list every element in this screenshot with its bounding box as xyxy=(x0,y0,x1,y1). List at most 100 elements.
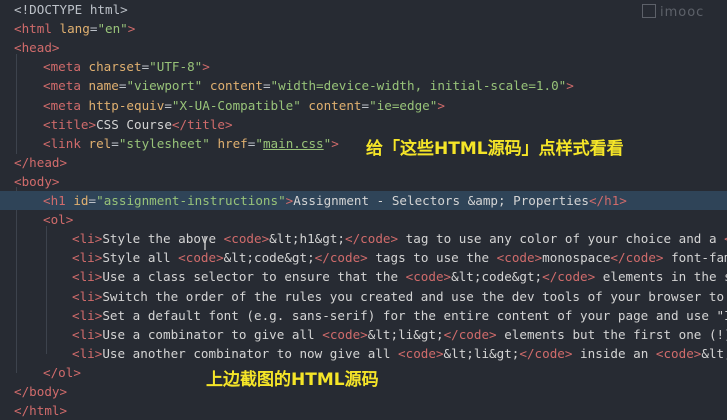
code-line[interactable]: <li>Set a default font (e.g. sans-serif)… xyxy=(0,306,727,325)
text-token: &lt;li&gt; xyxy=(367,326,444,342)
tag-token: </head> xyxy=(14,154,68,170)
tag-token: <li> xyxy=(72,307,103,323)
code-line-content: <li>Use another combinator to now give a… xyxy=(72,344,727,363)
tag-token: <li> xyxy=(72,231,103,247)
tag-token: </code> xyxy=(314,250,368,266)
code-line[interactable]: <meta http-equiv="X-UA-Compatible" conte… xyxy=(0,96,727,115)
text-token: CSS Course xyxy=(96,116,172,132)
code-line-content: <title>CSS Course</title> xyxy=(43,115,233,134)
string-token: "stylesheet" xyxy=(118,135,210,151)
tag-token: <li> xyxy=(72,288,103,304)
string-token: "assignment-instructions" xyxy=(96,193,286,208)
code-line[interactable]: <head> xyxy=(0,38,727,57)
code-line-content: <li>Use a combinator to give all <code>&… xyxy=(72,325,727,344)
code-line[interactable]: <li>Use a combinator to give all <code>&… xyxy=(0,325,727,344)
code-line-content: <link rel="stylesheet" href="main.css"> xyxy=(43,134,339,153)
punctuation-token: = xyxy=(361,97,370,113)
code-line[interactable]: <h1 id="assignment-instructions">Assignm… xyxy=(0,191,727,210)
code-line[interactable]: <meta charset="UTF-8"> xyxy=(0,57,727,76)
code-line-content: <head> xyxy=(14,38,60,57)
code-line-content: <meta charset="UTF-8"> xyxy=(43,57,210,76)
code-line-content: <meta name="viewport" content="width=dev… xyxy=(43,76,574,95)
code-line[interactable]: <li>Switch the order of the rules you cr… xyxy=(0,287,727,306)
tag-token: <code> xyxy=(655,345,702,361)
tag-token: </title> xyxy=(171,116,233,132)
tag-token: > xyxy=(437,97,445,113)
text-token: &lt;code&gt; xyxy=(223,250,315,266)
tag-token: </body> xyxy=(14,384,68,399)
text-token: tag to use any color of your choice and … xyxy=(398,231,725,247)
tag-token: <meta xyxy=(43,78,89,94)
text-token: monospace xyxy=(542,250,611,266)
tag-token: <code> xyxy=(322,326,368,342)
text-token: Use another combinator to now give all xyxy=(102,345,399,361)
tag-token: </h1> xyxy=(588,193,627,208)
tag-token: <ol> xyxy=(43,212,74,228)
tag-token: <html xyxy=(14,21,60,37)
code-line[interactable]: <!DOCTYPE html> xyxy=(0,0,727,19)
code-line[interactable]: <li>Style all <code>&lt;code&gt;</code> … xyxy=(0,248,727,267)
text-cursor xyxy=(204,236,206,250)
string-token: "UTF-8" xyxy=(149,59,203,75)
text-token: &lt;h1&gt; xyxy=(269,231,345,247)
text-token: Assignment - Selectors &amp; Properties xyxy=(293,193,589,208)
text-token: font-fami xyxy=(671,250,727,266)
code-line[interactable]: <ol> xyxy=(0,210,727,229)
code-line-content: <body> xyxy=(14,172,60,191)
code-line[interactable]: <meta name="viewport" content="width=dev… xyxy=(0,76,727,95)
code-line[interactable]: <li>Use another combinator to now give a… xyxy=(0,344,727,363)
attribute-token: name xyxy=(88,78,119,94)
tag-token: > xyxy=(331,135,339,151)
tag-token: <meta xyxy=(43,59,89,75)
punctuation-token: = xyxy=(164,97,172,113)
code-line-content: </html> xyxy=(14,401,67,420)
attribute-token: id xyxy=(73,193,89,208)
code-line[interactable]: <body> xyxy=(0,172,727,191)
code-line-content: <li>Style all <code>&lt;code&gt;</code> … xyxy=(72,248,727,267)
code-line-content: <html lang="en"> xyxy=(14,19,135,38)
tag-token: <code> xyxy=(398,345,444,361)
tag-token: </code> xyxy=(542,269,596,285)
text-token: Use a class selector to ensure that the xyxy=(102,269,406,285)
attribute-token: content xyxy=(209,78,263,94)
attribute-token: charset xyxy=(88,59,142,75)
attribute-token: content xyxy=(308,97,362,113)
code-line-content: <h1 id="assignment-instructions">Assignm… xyxy=(43,191,627,210)
tag-token: <link xyxy=(43,135,89,151)
attribute-token: href xyxy=(217,135,248,151)
tag-token: <title> xyxy=(43,116,97,132)
code-line-content: </body> xyxy=(14,382,67,401)
text-token: Set a default font (e.g. sans-serif) for… xyxy=(102,307,727,323)
string-token: "en" xyxy=(97,21,128,37)
attribute-token: lang xyxy=(59,21,90,37)
code-line[interactable]: <li>Style the above <code>&lt;h1&gt;</co… xyxy=(0,229,727,248)
attribute-token: rel xyxy=(88,135,112,151)
punctuation-token: = xyxy=(111,135,119,151)
code-editor[interactable]: <!DOCTYPE html> <html lang="en"> <head> <me… xyxy=(0,0,727,420)
watermark-logo: imooc xyxy=(642,4,704,20)
code-line[interactable]: <title>CSS Course</title> xyxy=(0,115,727,134)
text-token: &lt;code&gt; xyxy=(451,269,543,285)
tag-token: > xyxy=(202,59,210,75)
text-token: inside an xyxy=(572,345,656,361)
text-token: elements but the first one (!) xyxy=(496,326,727,342)
code-line-content: </ol> xyxy=(43,363,81,382)
tag-token: </code> xyxy=(610,250,664,266)
tag-token: <code> xyxy=(178,250,224,266)
text-token: &lt;li&gt; xyxy=(443,345,520,361)
tag-token: <code> xyxy=(223,231,270,247)
code-line-content: <li>Style the above <code>&lt;h1&gt;</co… xyxy=(72,229,727,248)
code-line-content: <li>Switch the order of the rules you cr… xyxy=(72,287,727,306)
code-line[interactable]: </html> xyxy=(0,401,727,420)
tag-token: > xyxy=(127,21,136,37)
link-token: main.css xyxy=(262,135,324,151)
text-token: Use a combinator to give all xyxy=(102,326,323,342)
string-token: "X-UA-Compatible" xyxy=(171,97,301,113)
string-token: "viewport" xyxy=(126,78,203,94)
tag-token: <li> xyxy=(72,250,103,266)
tag-token: </code> xyxy=(519,345,573,361)
attribute-token: http-equiv xyxy=(88,97,165,113)
code-line-content: <li>Use a class selector to ensure that … xyxy=(72,267,727,286)
code-line[interactable]: <html lang="en"> xyxy=(0,19,727,38)
code-line[interactable]: <li>Use a class selector to ensure that … xyxy=(0,267,727,286)
